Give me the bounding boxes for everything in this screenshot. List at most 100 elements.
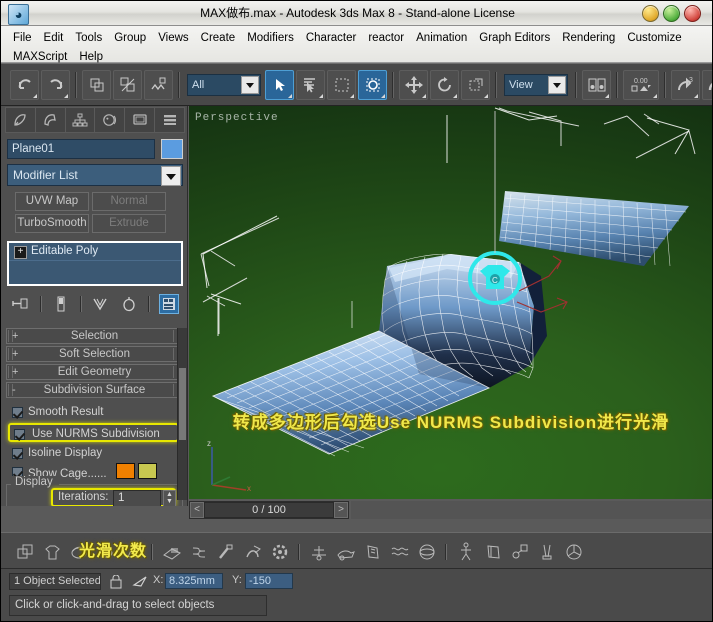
select-by-name-button[interactable]: [296, 70, 325, 100]
iterations-row[interactable]: Iterations: 1 ▲ ▼: [51, 488, 176, 506]
menu-item-help[interactable]: Help: [73, 50, 109, 64]
menu-item-maxscript[interactable]: MAXScript: [7, 50, 73, 64]
command-panel-scrollbar[interactable]: [177, 328, 187, 500]
analyze-world-icon[interactable]: [560, 538, 587, 565]
rollout-subdivision-surface[interactable]: - Subdivision Surface: [6, 382, 183, 398]
select-and-move-button[interactable]: [399, 70, 428, 100]
y-coordinate-field[interactable]: -150: [245, 573, 293, 589]
chevron-down-icon[interactable]: [548, 76, 566, 94]
object-color-swatch[interactable]: [161, 139, 183, 159]
menu-item-animation[interactable]: Animation: [410, 31, 473, 45]
iterations-spinner[interactable]: ▲ ▼: [163, 490, 176, 506]
utilities-tab[interactable]: [155, 108, 184, 132]
hierarchy-tab[interactable]: [66, 108, 96, 132]
display-tab[interactable]: [125, 108, 156, 132]
fracture-icon[interactable]: [332, 538, 359, 565]
select-object-button[interactable]: [265, 70, 294, 100]
motion-tab[interactable]: [95, 108, 126, 132]
make-unique-icon[interactable]: [90, 294, 110, 314]
angle-snap-toggle-button[interactable]: 3: [671, 70, 700, 100]
perspective-viewport[interactable]: C Perspective 转成多边形后勾选Use NURMS Subdivis…: [189, 106, 712, 499]
expand-icon[interactable]: +: [14, 246, 27, 259]
modifier-stack[interactable]: + Editable Poly: [7, 241, 183, 286]
select-and-rotate-button[interactable]: [430, 70, 459, 100]
prev-frame-arrow[interactable]: <: [190, 502, 204, 518]
menu-item-customize[interactable]: Customize: [621, 31, 687, 45]
hinge-icon[interactable]: [452, 538, 479, 565]
pin-stack-icon[interactable]: [11, 294, 31, 314]
redo-button[interactable]: [41, 70, 70, 100]
absolute-mode-icon[interactable]: [131, 573, 148, 590]
menu-item-group[interactable]: Group: [108, 31, 152, 45]
menu-item-edit[interactable]: Edit: [38, 31, 70, 45]
menu-item-rendering[interactable]: Rendering: [556, 31, 621, 45]
motor-icon[interactable]: [239, 538, 266, 565]
lock-selection-icon[interactable]: [107, 573, 124, 590]
checkbox-icon[interactable]: [14, 429, 25, 440]
menu-item-tools[interactable]: Tools: [69, 31, 108, 45]
menu-item-create[interactable]: Create: [195, 31, 242, 45]
selection-filter-combo[interactable]: All: [187, 74, 261, 96]
reference-coordinate-combo[interactable]: View: [504, 74, 568, 96]
rollout-selection[interactable]: + Selection: [6, 328, 183, 344]
wind-icon[interactable]: [266, 538, 293, 565]
track-bar[interactable]: [351, 501, 712, 519]
modifier-button-turbosmooth[interactable]: TurboSmooth: [15, 214, 89, 233]
toy-car-icon[interactable]: [305, 538, 332, 565]
cage-color-swatch-2[interactable]: [138, 463, 158, 479]
prismatic-icon[interactable]: [506, 538, 533, 565]
checkbox-smooth-result[interactable]: Smooth Result: [6, 403, 183, 422]
menu-item-character[interactable]: Character: [300, 31, 363, 45]
use-center-button[interactable]: [582, 70, 611, 100]
checkbox-icon[interactable]: [12, 448, 23, 459]
bind-to-space-warp-button[interactable]: [144, 70, 173, 100]
select-and-scale-button[interactable]: [461, 70, 490, 100]
chevron-down-icon[interactable]: [161, 166, 181, 186]
cloth-collection-icon[interactable]: [38, 538, 65, 565]
menu-item-file[interactable]: File: [7, 31, 38, 45]
object-name-field[interactable]: Plane01: [7, 139, 155, 159]
menu-item-graph-editors[interactable]: Graph Editors: [473, 31, 556, 45]
modifier-button-normal[interactable]: Normal: [92, 192, 166, 211]
remove-modifier-icon[interactable]: [119, 294, 139, 314]
configure-modifier-sets-icon[interactable]: [158, 294, 179, 314]
unlink-selection-button[interactable]: [113, 70, 142, 100]
undo-button[interactable]: [10, 70, 39, 100]
checkbox-use-nurms-subdivision[interactable]: Use NURMS Subdivision: [8, 423, 179, 442]
close-button[interactable]: [684, 5, 701, 22]
time-slider[interactable]: < 0 / 100 >: [189, 501, 349, 519]
minimize-button[interactable]: [642, 5, 659, 22]
car-wheel-icon[interactable]: [533, 538, 560, 565]
water-icon[interactable]: [359, 538, 386, 565]
point-dummy-icon[interactable]: [479, 538, 506, 565]
maximize-button[interactable]: [663, 5, 680, 22]
menu-item-modifiers[interactable]: Modifiers: [241, 31, 300, 45]
checkbox-icon[interactable]: [12, 407, 23, 418]
x-coordinate-field[interactable]: 8.325mm: [165, 573, 223, 589]
modifier-button-extrude[interactable]: Extrude: [92, 214, 166, 233]
select-and-link-button[interactable]: [82, 70, 111, 100]
snaps-toggle-button[interactable]: 0.00: [623, 70, 659, 100]
modify-tab[interactable]: [36, 108, 66, 132]
time-slider-readout[interactable]: 0 / 100: [204, 502, 334, 518]
rectangular-selection-region-button[interactable]: [327, 70, 356, 100]
modifier-button-uvw-map[interactable]: UVW Map: [15, 192, 89, 211]
menu-item-reactor[interactable]: reactor: [362, 31, 410, 45]
rollout-soft-selection[interactable]: + Soft Selection: [6, 346, 183, 362]
dashpot-icon[interactable]: [212, 538, 239, 565]
plane-icon[interactable]: [158, 538, 185, 565]
spring-icon[interactable]: [185, 538, 212, 565]
window-crossing-toggle[interactable]: [358, 70, 387, 100]
percent-snap-toggle-button[interactable]: [702, 70, 712, 100]
checkbox-isoline-display[interactable]: Isoline Display: [6, 444, 183, 463]
constraint-solver-icon[interactable]: [386, 538, 413, 565]
modifier-list-dropdown[interactable]: Modifier List: [7, 164, 183, 186]
rag-doll-icon[interactable]: [413, 538, 440, 565]
menu-item-views[interactable]: Views: [152, 31, 194, 45]
chevron-down-icon[interactable]: [241, 76, 259, 94]
rollout-edit-geometry[interactable]: + Edit Geometry: [6, 364, 183, 380]
iterations-field[interactable]: 1: [113, 490, 161, 506]
stack-item-editable-poly[interactable]: + Editable Poly: [9, 243, 181, 261]
rigid-body-collection-icon[interactable]: [11, 538, 38, 565]
create-tab[interactable]: [6, 108, 36, 132]
